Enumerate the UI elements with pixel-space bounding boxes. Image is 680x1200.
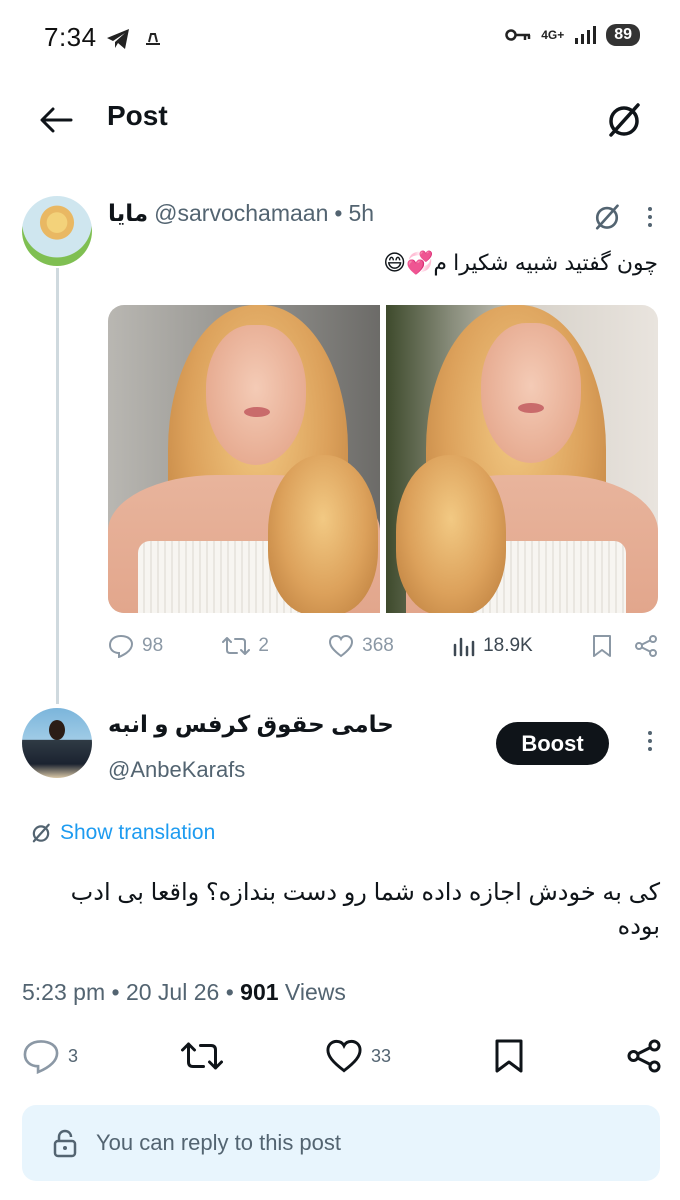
post-top-actions xyxy=(592,202,652,232)
bookmark-action[interactable] xyxy=(494,1038,524,1074)
status-time: 7:34 xyxy=(44,22,97,52)
avatar[interactable] xyxy=(22,196,92,266)
reply-action[interactable]: 98 xyxy=(108,634,163,658)
grok-button[interactable] xyxy=(602,98,646,142)
telegram-icon xyxy=(106,28,130,50)
like-action[interactable]: 33 xyxy=(325,1038,391,1074)
post-time: 5:23 pm xyxy=(22,979,106,1005)
post-action-bar: 3 33 xyxy=(22,1038,662,1074)
like-count: 33 xyxy=(370,1045,392,1066)
key-icon xyxy=(505,28,531,42)
battery-indicator: 89 xyxy=(606,24,640,46)
post-text: کی به خودش اجازه داده شما رو دست بندازه؟… xyxy=(70,879,660,940)
views-action[interactable]: 18.9K xyxy=(453,635,533,657)
more-options-icon[interactable] xyxy=(648,731,652,751)
views-count: 901 xyxy=(240,979,279,1005)
post-date: 20 Jul 26 xyxy=(125,979,220,1005)
lock-icon xyxy=(53,1129,77,1158)
thread-line xyxy=(56,268,59,704)
repost-action[interactable] xyxy=(180,1039,223,1073)
like-count: 368 xyxy=(362,635,394,656)
like-action[interactable]: 368 xyxy=(328,634,394,658)
post-secondary-actions xyxy=(592,634,658,658)
author-handle[interactable]: @sarvochamaan xyxy=(154,200,328,227)
grok-icon[interactable] xyxy=(592,202,622,232)
status-left-icons xyxy=(106,28,162,50)
comment-icon xyxy=(108,634,134,658)
author-name[interactable]: مایا xyxy=(108,200,148,227)
signal-icon xyxy=(574,25,597,45)
repost-action[interactable]: 2 xyxy=(222,635,269,657)
boost-button[interactable]: Boost xyxy=(496,722,609,765)
views-count: 18.9K xyxy=(483,635,533,656)
views-icon xyxy=(453,637,475,657)
show-translation-label: Show translation xyxy=(60,821,216,844)
share-action[interactable] xyxy=(626,1038,662,1074)
post-media[interactable] xyxy=(108,305,658,613)
arrow-left-icon xyxy=(40,107,73,133)
avatar[interactable] xyxy=(22,708,92,778)
status-right-icons: 4G+ 89 xyxy=(505,24,640,46)
author-handle[interactable]: @AnbeKarafs xyxy=(108,757,245,783)
reply-count: 3 xyxy=(68,1045,79,1066)
more-options-icon[interactable] xyxy=(648,207,652,227)
grok-icon xyxy=(609,103,640,137)
bookmark-icon[interactable] xyxy=(592,634,612,658)
network-type: 4G+ xyxy=(541,27,565,42)
reply-action[interactable]: 3 xyxy=(22,1038,78,1074)
post-meta: 5:23 pm • 20 Jul 26 • 901 Views xyxy=(22,979,346,1005)
grok-icon xyxy=(32,823,50,843)
comment-icon xyxy=(23,1040,59,1074)
back-button[interactable] xyxy=(36,100,76,140)
heart-icon xyxy=(329,634,354,658)
post-header: مایا @sarvochamaan • 5h xyxy=(108,200,374,227)
status-bar: 7:34 4G+ 89 xyxy=(0,0,680,80)
reply-restriction-notice: You can reply to this post xyxy=(22,1105,660,1181)
top-bar: Post xyxy=(0,80,680,160)
page-title: Post xyxy=(107,100,168,131)
share-icon[interactable] xyxy=(634,634,658,658)
author-name[interactable]: حامی حقوق کرفس و انبه xyxy=(108,711,394,738)
reply-count: 98 xyxy=(142,635,164,656)
repost-count: 2 xyxy=(258,635,269,656)
post-time: 5h xyxy=(348,200,375,226)
post-text: چون گفتید شبیه شکیرا م💞😄 xyxy=(383,250,658,275)
separator-dot: • xyxy=(334,200,343,226)
show-translation-link[interactable]: Show translation xyxy=(30,821,215,845)
reply-restriction-text: You can reply to this post xyxy=(96,1130,342,1155)
post-stats-bar: 98 2 368 18.9K xyxy=(108,634,658,658)
repost-icon xyxy=(180,1042,223,1070)
heart-icon xyxy=(326,1039,362,1073)
incognito-icon xyxy=(144,32,162,46)
repost-icon xyxy=(222,637,251,655)
views-label[interactable]: Views xyxy=(285,979,346,1005)
share-icon xyxy=(627,1039,661,1073)
post-photo[interactable] xyxy=(386,305,658,613)
bookmark-icon xyxy=(495,1039,522,1073)
post-photo[interactable] xyxy=(108,305,380,613)
